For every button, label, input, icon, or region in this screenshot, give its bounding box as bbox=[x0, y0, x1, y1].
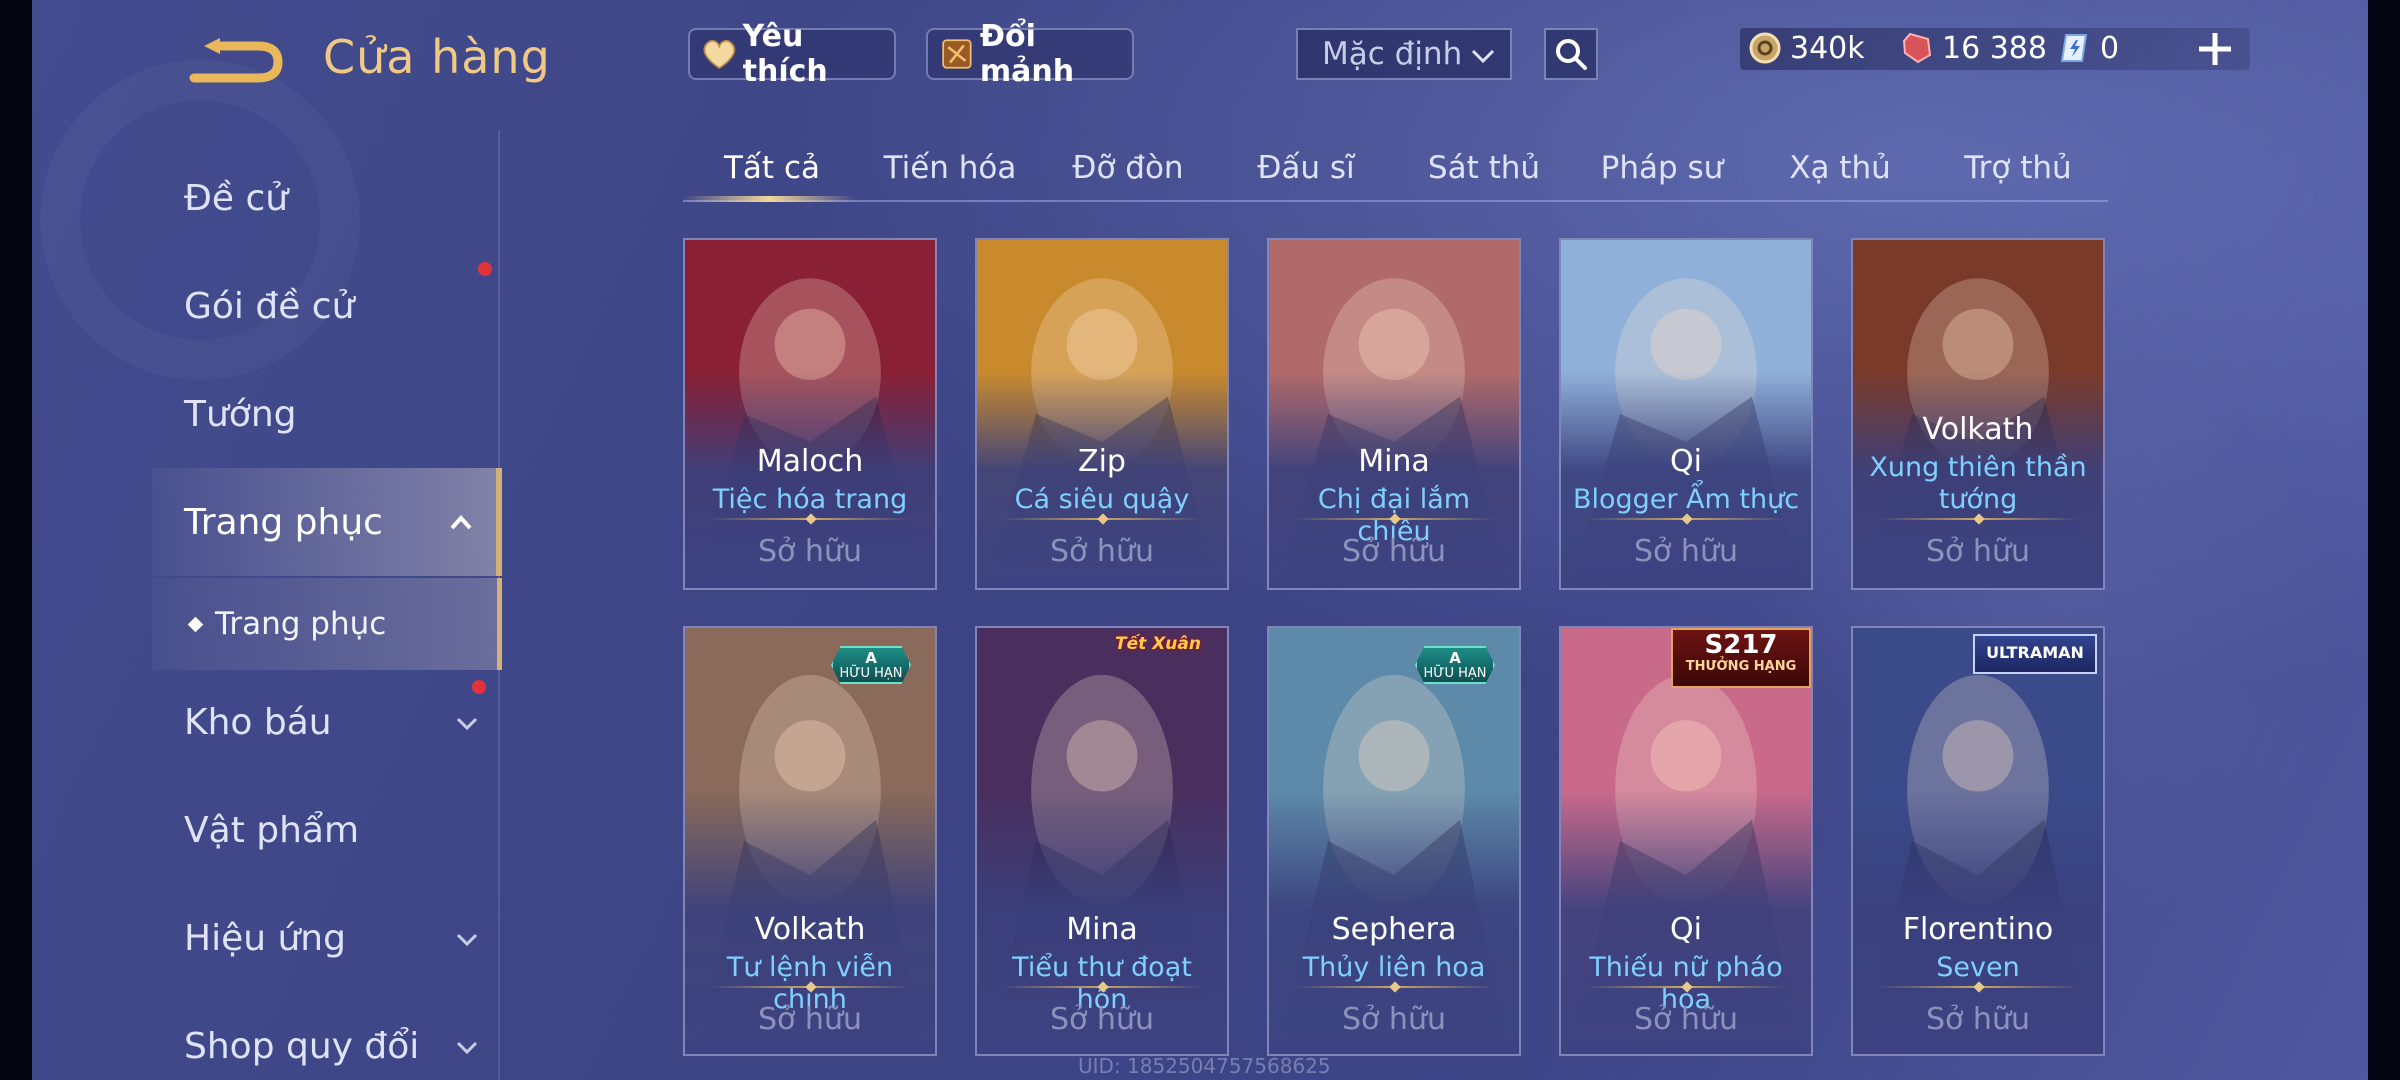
owned-status: Sở hữu bbox=[1926, 1002, 2030, 1037]
skin-card[interactable]: Mina Tiểu thư đoạt hồn Sở hữu Tết Xuân bbox=[975, 626, 1229, 1056]
gem-currency: 16 388 bbox=[1900, 22, 2047, 74]
hero-name: Zip bbox=[1078, 444, 1126, 479]
tab-fighter[interactable]: Đấu sĩ bbox=[1217, 150, 1395, 186]
exchange-fragments-label: Đổi mảnh bbox=[979, 19, 1075, 89]
hero-name: Qi bbox=[1670, 444, 1702, 479]
skin-name: Xung thiên thần tướng bbox=[1869, 452, 2087, 515]
sidebar-subitem-skins[interactable]: Trang phục bbox=[152, 578, 502, 670]
skin-card[interactable]: Volkath Xung thiên thần tướng Sở hữu bbox=[1851, 238, 2105, 590]
exchange-fragments-button[interactable]: Đổi mảnh bbox=[926, 19, 1134, 89]
red-gem-icon bbox=[1902, 32, 1932, 64]
sidebar-item-label: Vật phẩm bbox=[184, 809, 360, 851]
season-rank-badge: S217 THƯỞNG HẠNG bbox=[1671, 628, 1811, 688]
skin-card[interactable]: Zip Cá siêu quậy Sở hữu bbox=[975, 238, 1229, 590]
chevron-down-icon bbox=[1471, 49, 1495, 64]
skin-name: Tiệc hóa trang bbox=[712, 484, 908, 515]
skin-card[interactable]: Qi Blogger Ẩm thực Sở hữu bbox=[1559, 238, 1813, 590]
search-button[interactable] bbox=[1544, 28, 1598, 80]
chevron-down-icon bbox=[456, 933, 478, 947]
skin-card[interactable]: Sephera Thủy liên hoa Sở hữu A HỮU HẠN bbox=[1267, 626, 1521, 1056]
skin-name: Seven bbox=[1936, 952, 2020, 983]
skin-card[interactable]: Florentino Seven Sở hữu ULTRAMAN bbox=[1851, 626, 2105, 1056]
tab-all[interactable]: Tất cả bbox=[683, 150, 861, 186]
chevron-up-icon bbox=[450, 515, 472, 530]
tab-mage[interactable]: Pháp sư bbox=[1573, 150, 1751, 186]
sidebar-subitem-label: Trang phục bbox=[215, 606, 387, 642]
sidebar-item-label: Shop quy đổi bbox=[184, 1025, 420, 1067]
voucher-currency: 0 bbox=[2058, 22, 2119, 74]
gold-currency: 340k bbox=[1748, 22, 1865, 74]
owned-status: Sở hữu bbox=[1342, 534, 1446, 569]
skin-name: Blogger Ẩm thực bbox=[1572, 484, 1800, 515]
owned-status: Sở hữu bbox=[1342, 1002, 1446, 1037]
sidebar-item-label: Tướng bbox=[184, 393, 297, 435]
hero-name: Mina bbox=[1066, 912, 1138, 947]
tab-assassin[interactable]: Sát thủ bbox=[1395, 150, 1573, 186]
back-arrow-icon[interactable] bbox=[186, 38, 286, 86]
notification-dot bbox=[478, 262, 492, 276]
hero-name: Mina bbox=[1358, 444, 1430, 479]
sidebar-item-exchange-shop[interactable]: Shop quy đổi bbox=[152, 992, 502, 1080]
diamond-bullet-icon bbox=[187, 616, 204, 632]
tab-marksman[interactable]: Xạ thủ bbox=[1751, 150, 1929, 186]
screen-edge-left bbox=[0, 0, 32, 1080]
limited-badge: A HỮU HẠN bbox=[831, 646, 911, 684]
sidebar-item-recommended[interactable]: Đề cử bbox=[152, 144, 502, 252]
favorites-label: Yêu thích bbox=[742, 19, 828, 89]
hero-name: Sephera bbox=[1331, 912, 1457, 947]
tab-support[interactable]: Trợ thủ bbox=[1929, 150, 2107, 186]
skin-card[interactable]: Qi Thiếu nữ pháo hoa Sở hữu S217 THƯỞNG HẠNG bbox=[1559, 626, 1813, 1056]
owned-status: Sở hữu bbox=[758, 1002, 862, 1037]
sidebar-item-treasure[interactable]: Kho báu bbox=[152, 668, 502, 776]
sidebar-item-label: Kho báu bbox=[184, 701, 332, 743]
page-title: Cửa hàng bbox=[323, 30, 551, 84]
limited-badge: A HỮU HẠN bbox=[1415, 646, 1495, 684]
owned-status: Sở hữu bbox=[1926, 534, 2030, 569]
favorites-button[interactable]: Yêu thích bbox=[688, 19, 896, 89]
event-tag: Tết Xuân bbox=[1115, 634, 1201, 654]
add-currency-plus-icon[interactable] bbox=[2196, 30, 2234, 68]
gold-amount: 340k bbox=[1790, 30, 1865, 66]
sort-dropdown[interactable]: Mặc định bbox=[1296, 28, 1512, 80]
collab-logo: ULTRAMAN bbox=[1973, 634, 2097, 674]
chevron-down-icon bbox=[456, 1041, 478, 1055]
skin-name: Cá siêu quậy bbox=[1014, 484, 1190, 515]
sidebar-item-skins[interactable]: Trang phục bbox=[152, 468, 502, 576]
tab-evolution[interactable]: Tiến hóa bbox=[861, 150, 1039, 186]
search-icon bbox=[1556, 39, 1587, 70]
sidebar-item-label: Gói đề cử bbox=[184, 285, 355, 327]
uid-label: UID: 1852504757568625 bbox=[1078, 1054, 1331, 1078]
sidebar-item-label: Trang phục bbox=[184, 501, 383, 543]
gem-amount: 16 388 bbox=[1942, 30, 2047, 66]
voucher-icon bbox=[2060, 34, 2088, 62]
owned-status: Sở hữu bbox=[1634, 1002, 1738, 1037]
hero-name: Volkath bbox=[754, 912, 866, 947]
hero-name: Volkath bbox=[1922, 412, 2034, 447]
skin-name: Thủy liên hoa bbox=[1302, 952, 1486, 983]
hero-name: Maloch bbox=[756, 444, 864, 479]
sidebar-item-effects[interactable]: Hiệu ứng bbox=[152, 884, 502, 992]
role-tabs: Tất cả Tiến hóa Đỡ đòn Đấu sĩ Sát thủ Ph… bbox=[683, 136, 2108, 204]
owned-status: Sở hữu bbox=[1050, 534, 1154, 569]
owned-status: Sở hữu bbox=[1050, 1002, 1154, 1037]
sidebar-item-label: Đề cử bbox=[184, 177, 289, 219]
tab-tank[interactable]: Đỡ đòn bbox=[1039, 150, 1217, 186]
hero-name: Florentino bbox=[1902, 912, 2054, 947]
owned-status: Sở hữu bbox=[758, 534, 862, 569]
sidebar-item-heroes[interactable]: Tướng bbox=[152, 360, 502, 468]
sidebar-item-items[interactable]: Vật phẩm bbox=[152, 776, 502, 884]
hero-name: Qi bbox=[1670, 912, 1702, 947]
owned-status: Sở hữu bbox=[1634, 534, 1738, 569]
skin-card[interactable]: Volkath Tư lệnh viễn chinh Sở hữu A HỮU HẠN bbox=[683, 626, 937, 1056]
sidebar-item-label: Hiệu ứng bbox=[184, 917, 346, 959]
fragment-chest-icon bbox=[942, 39, 972, 69]
voucher-amount: 0 bbox=[2100, 30, 2120, 66]
sort-dropdown-value: Mặc định bbox=[1322, 36, 1463, 72]
chevron-down-icon bbox=[456, 717, 478, 731]
sidebar-item-recommended-bundles[interactable]: Gói đề cử bbox=[152, 252, 502, 360]
skin-card[interactable]: Mina Chị đại lắm chiêu Sở hữu bbox=[1267, 238, 1521, 590]
skin-card[interactable]: Maloch Tiệc hóa trang Sở hữu bbox=[683, 238, 937, 590]
gold-coin-icon bbox=[1749, 32, 1781, 64]
heart-icon bbox=[703, 39, 736, 70]
